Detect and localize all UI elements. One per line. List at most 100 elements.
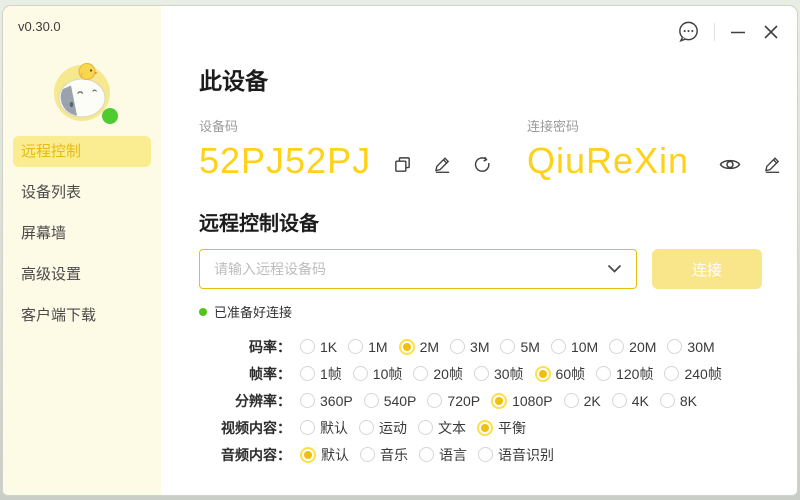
- radio-bitrate-2M[interactable]: 2M: [399, 339, 439, 355]
- radio-option-label: 文本: [438, 418, 466, 438]
- titlebar-divider: [714, 23, 715, 41]
- radio-option-label: 运动: [379, 418, 407, 438]
- copy-icon[interactable]: [393, 155, 412, 174]
- setting-label-audio-content: 音频内容：: [199, 445, 291, 465]
- radio-audio-content-语言[interactable]: 语言: [419, 445, 467, 465]
- radio-framerate-240帧[interactable]: 240帧: [664, 364, 721, 384]
- radio-selected-icon: [491, 393, 507, 409]
- radio-video-content-默认[interactable]: 默认: [300, 418, 348, 438]
- radio-bitrate-30M[interactable]: 30M: [667, 339, 714, 355]
- refresh-icon[interactable]: [473, 155, 492, 174]
- radio-resolution-1080P[interactable]: 1080P: [491, 393, 552, 409]
- sidebar-item-screen-wall[interactable]: 屏幕墙: [13, 218, 151, 249]
- sidebar-item-client-download[interactable]: 客户端下载: [13, 300, 151, 331]
- online-status-dot: [102, 108, 118, 124]
- radio-resolution-360P[interactable]: 360P: [300, 393, 353, 409]
- password-block: 连接密码 QiuReXin: [527, 116, 782, 183]
- radio-unselected-icon: [609, 339, 624, 354]
- device-code-block: 设备码 52PJ52PJ: [199, 116, 527, 183]
- radio-option-label: 20帧: [433, 364, 463, 384]
- radio-framerate-10帧[interactable]: 10帧: [353, 364, 403, 384]
- radio-audio-content-语音识别[interactable]: 语音识别: [478, 445, 554, 465]
- radio-resolution-720P[interactable]: 720P: [427, 393, 480, 409]
- radio-bitrate-20M[interactable]: 20M: [609, 339, 656, 355]
- connect-button[interactable]: 连接: [652, 249, 762, 289]
- radio-option-label: 2M: [420, 339, 439, 355]
- radio-bitrate-1M[interactable]: 1M: [348, 339, 387, 355]
- radio-selected-icon: [535, 366, 551, 382]
- radio-option-label: 540P: [384, 393, 417, 409]
- radio-resolution-2K[interactable]: 2K: [564, 393, 601, 409]
- minimize-button[interactable]: [728, 22, 748, 42]
- sidebar-item-device-list[interactable]: 设备列表: [13, 177, 151, 208]
- radio-framerate-30帧[interactable]: 30帧: [474, 364, 524, 384]
- radio-unselected-icon: [300, 393, 315, 408]
- edit-icon[interactable]: [763, 155, 782, 174]
- setting-label-framerate: 帧率：: [199, 364, 291, 384]
- avatar[interactable]: [50, 60, 114, 124]
- radio-bitrate-1K[interactable]: 1K: [300, 339, 337, 355]
- radio-option-label: 30M: [687, 339, 714, 355]
- radio-unselected-icon: [664, 366, 679, 381]
- radio-unselected-icon: [300, 420, 315, 435]
- close-button[interactable]: [761, 22, 781, 42]
- radio-resolution-540P[interactable]: 540P: [364, 393, 417, 409]
- radio-option-label: 5M: [520, 339, 539, 355]
- connect-row: 请输入远程设备码 连接: [199, 249, 797, 289]
- radio-option-label: 默认: [320, 418, 348, 438]
- setting-row-bitrate: 码率：1K1M2M3M5M10M20M30M: [199, 333, 797, 360]
- radio-framerate-20帧[interactable]: 20帧: [413, 364, 463, 384]
- radio-unselected-icon: [660, 393, 675, 408]
- radio-option-label: 1K: [320, 339, 337, 355]
- radio-resolution-8K[interactable]: 8K: [660, 393, 697, 409]
- radio-framerate-60帧[interactable]: 60帧: [535, 364, 586, 384]
- sidebar-menu: 远程控制设备列表屏幕墙高级设置客户端下载: [3, 136, 161, 331]
- radio-option-label: 10帧: [373, 364, 403, 384]
- app-window: v0.30.0 远程控制设备列表屏幕墙高级设置客户端下载: [2, 5, 798, 496]
- radio-unselected-icon: [564, 393, 579, 408]
- radio-unselected-icon: [413, 366, 428, 381]
- sidebar: v0.30.0 远程控制设备列表屏幕墙高级设置客户端下载: [3, 6, 161, 495]
- radio-option-label: 20M: [629, 339, 656, 355]
- radio-option-label: 360P: [320, 393, 353, 409]
- radio-audio-content-默认[interactable]: 默认: [300, 445, 349, 465]
- radio-unselected-icon: [427, 393, 442, 408]
- setting-row-audio-content: 音频内容： 默认音乐语言 语音识别: [199, 441, 797, 468]
- radio-unselected-icon: [478, 447, 493, 462]
- radio-option-label: 1M: [368, 339, 387, 355]
- radio-framerate-1帧[interactable]: 1帧: [300, 364, 342, 384]
- password-value: QiuReXin: [527, 140, 689, 182]
- radio-option-label: 语音识别: [498, 445, 554, 465]
- settings-groups: 码率：1K1M2M3M5M10M20M30M帧率：1帧10帧20帧30帧60帧1…: [199, 333, 797, 468]
- radio-bitrate-5M[interactable]: 5M: [500, 339, 539, 355]
- radio-framerate-120帧[interactable]: 120帧: [596, 364, 653, 384]
- radio-audio-content-音乐[interactable]: 音乐: [360, 445, 408, 465]
- radio-option-label: 2K: [584, 393, 601, 409]
- edit-icon[interactable]: [433, 155, 452, 174]
- radio-bitrate-3M[interactable]: 3M: [450, 339, 489, 355]
- setting-row-resolution: 分辨率：360P540P720P1080P2K4K8K: [199, 387, 797, 414]
- remote-device-code-input[interactable]: 请输入远程设备码: [199, 249, 637, 289]
- radio-video-content-平衡[interactable]: 平衡: [477, 418, 526, 438]
- chevron-down-icon[interactable]: [607, 264, 622, 274]
- main-content: 此设备 设备码 52PJ52PJ: [161, 6, 797, 495]
- radio-video-content-运动[interactable]: 运动: [359, 418, 407, 438]
- feedback-icon[interactable]: [676, 19, 701, 44]
- radio-unselected-icon: [360, 447, 375, 462]
- radio-option-label: 720P: [447, 393, 480, 409]
- radio-option-label: 1帧: [320, 364, 342, 384]
- radio-unselected-icon: [300, 339, 315, 354]
- radio-unselected-icon: [348, 339, 363, 354]
- sidebar-item-remote-control[interactable]: 远程控制: [13, 136, 151, 167]
- sidebar-item-advanced-settings[interactable]: 高级设置: [13, 259, 151, 290]
- radio-unselected-icon: [500, 339, 515, 354]
- radio-video-content-文本[interactable]: 文本: [418, 418, 466, 438]
- radio-bitrate-10M[interactable]: 10M: [551, 339, 598, 355]
- password-label: 连接密码: [527, 116, 782, 135]
- eye-icon[interactable]: [719, 156, 741, 173]
- radio-selected-icon: [399, 339, 415, 355]
- radio-unselected-icon: [418, 420, 433, 435]
- device-code-label: 设备码: [199, 116, 527, 135]
- radio-resolution-4K[interactable]: 4K: [612, 393, 649, 409]
- device-code-value: 52PJ52PJ: [199, 140, 371, 182]
